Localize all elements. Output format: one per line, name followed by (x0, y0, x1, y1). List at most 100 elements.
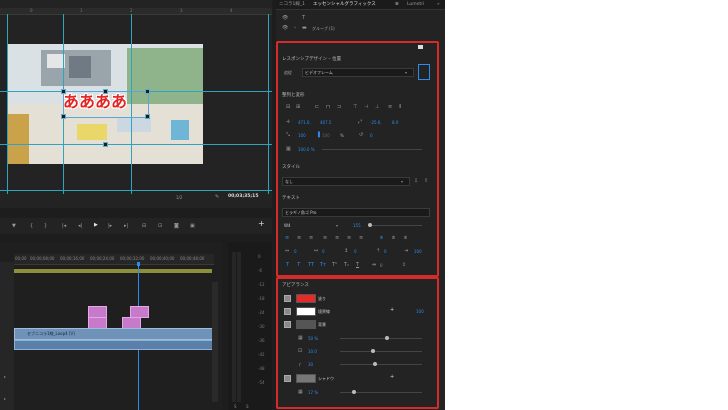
justify-icon[interactable]: ≡ (323, 235, 327, 241)
track-toggle-icon[interactable]: ▸ (4, 396, 6, 401)
align-left-icon[interactable]: ⊏ (315, 104, 319, 110)
opacity-slider[interactable] (322, 149, 422, 150)
distribute-icon[interactable]: ≡ (388, 104, 392, 110)
tab-menu-icon[interactable]: ≡ (392, 0, 402, 9)
background-corner-value[interactable]: 30 (308, 362, 313, 367)
tsume-value[interactable]: 0 (380, 263, 383, 268)
vertical-text-icon[interactable]: ⇳ (402, 262, 406, 268)
tracking-value[interactable]: 0 (294, 249, 297, 254)
anchor-y[interactable]: 8.0 (392, 120, 398, 125)
align-right-icon[interactable]: ⊐ (337, 104, 341, 110)
align-center-icon[interactable]: ⊓ (326, 104, 330, 110)
sync-style-icon[interactable]: ⇧ (424, 178, 428, 184)
wrench-icon[interactable]: ✎ (215, 194, 219, 200)
background-size-value[interactable]: 10.0 (308, 349, 317, 354)
marker-icon[interactable]: ▼ (12, 223, 16, 229)
solo-button[interactable]: S (246, 404, 249, 409)
audio-clip[interactable] (14, 340, 213, 350)
shadow-opacity-value[interactable]: 17 % (308, 390, 318, 395)
align-bottom-text-icon[interactable]: ⩧ (404, 235, 407, 241)
sync-style-icon[interactable]: ⇩ (414, 178, 418, 184)
transform-handle[interactable] (103, 89, 108, 94)
video-clip[interactable]: セブニコラ1線_Loop4 [V] (14, 328, 213, 340)
timeline-ruler[interactable]: 00;00 00;00;08;00 00;00;16;00 00;00;24;0… (14, 254, 214, 265)
faux-italic-icon[interactable]: T (297, 262, 300, 268)
shadow-color-swatch[interactable] (296, 374, 316, 383)
anchor-point-handle[interactable] (103, 142, 108, 147)
align-top-text-icon[interactable]: ⩧ (380, 235, 383, 241)
corner-radius-slider[interactable] (340, 364, 422, 365)
font-dropdown[interactable]: ヒラギノ角ゴ Pro (282, 208, 430, 217)
stroke-checkbox[interactable] (284, 308, 291, 315)
tsume-icon[interactable]: ⇹ (372, 262, 376, 268)
kerning-value[interactable]: 0 (322, 249, 325, 254)
leading-value[interactable]: 0 (354, 249, 357, 254)
step-back-icon[interactable]: ◂| (78, 223, 82, 229)
shadow-checkbox[interactable] (284, 375, 291, 382)
rotation-value[interactable]: 0 (370, 133, 373, 138)
panel-scroll-thumb[interactable] (418, 45, 423, 49)
all-caps-icon[interactable]: TT (308, 262, 314, 268)
align-horizontal-center-icon[interactable]: ⊞ (296, 104, 300, 110)
align-text-center-icon[interactable]: ≡ (297, 235, 301, 241)
style-dropdown[interactable]: なし ▾ (282, 177, 410, 186)
add-stroke-icon[interactable]: + (390, 307, 394, 313)
font-weight-dropdown[interactable]: W4 (284, 223, 291, 228)
go-to-out-icon[interactable]: ▸| (124, 223, 128, 229)
add-shadow-icon[interactable]: + (390, 374, 394, 380)
go-to-in-icon[interactable]: |◂ (62, 223, 66, 229)
justify-icon[interactable]: ≡ (347, 235, 351, 241)
eye-icon[interactable]: 👁 (282, 25, 288, 31)
transform-handle[interactable] (145, 114, 150, 119)
extract-icon[interactable]: ⊡ (158, 223, 162, 229)
background-checkbox[interactable] (284, 321, 291, 328)
align-text-right-icon[interactable]: ≡ (309, 235, 313, 241)
slider-knob[interactable] (352, 390, 356, 394)
stroke-width-value[interactable]: 100 (416, 309, 424, 314)
solo-button[interactable]: S (234, 404, 237, 409)
track-toggle-icon[interactable]: ▸ (4, 374, 6, 379)
align-text-left-icon[interactable]: ≡ (285, 235, 289, 241)
fit-dropdown[interactable]: 1/2 (176, 195, 182, 200)
font-size-value[interactable]: 155 (353, 223, 361, 228)
mark-in-icon[interactable]: { (30, 223, 33, 229)
transform-handle[interactable] (61, 114, 66, 119)
step-forward-icon[interactable]: |▸ (108, 223, 112, 229)
tab-essential-graphics[interactable]: エッセンシャルグラフィックス (310, 0, 379, 9)
text-bounding-box[interactable] (63, 91, 149, 118)
chevron-right-icon[interactable]: › (294, 25, 296, 31)
background-opacity-slider[interactable] (340, 338, 422, 339)
mark-out-icon[interactable]: } (44, 223, 47, 229)
background-color-swatch[interactable] (296, 320, 316, 329)
align-top-icon[interactable]: ⊤ (353, 104, 357, 110)
small-caps-icon[interactable]: Tт (320, 262, 326, 268)
baseline-value[interactable]: 0 (384, 249, 387, 254)
lift-icon[interactable]: ⊟ (142, 223, 146, 229)
opacity-value[interactable]: 100.0 % (298, 147, 315, 152)
compare-icon[interactable]: ▣ (190, 223, 195, 229)
align-middle-text-icon[interactable]: ⩧ (392, 235, 395, 241)
faux-bold-icon[interactable]: T (286, 262, 289, 268)
align-bottom-icon[interactable]: ⊥ (375, 104, 379, 110)
subscript-icon[interactable]: T₁ (344, 262, 349, 268)
tab-width-value[interactable]: 100 (414, 249, 422, 254)
text-layer-icon[interactable]: T (302, 15, 305, 21)
scale-value[interactable]: 100 (298, 133, 306, 138)
superscript-icon[interactable]: T¹ (332, 262, 337, 268)
distribute-icon[interactable]: ⦀ (399, 104, 401, 110)
transform-handle[interactable] (61, 89, 66, 94)
timeline-scrollbar[interactable] (212, 282, 218, 402)
transform-handle[interactable] (145, 89, 150, 94)
position-y[interactable]: 467.5 (320, 120, 331, 125)
tab-source[interactable]: ニコラ1線_1 (276, 0, 308, 9)
underline-icon[interactable]: T (356, 262, 359, 268)
tab-lumetri[interactable]: Lumetri (404, 0, 427, 9)
background-opacity-value[interactable]: 50 % (308, 336, 318, 341)
more-tabs-icon[interactable]: » (434, 0, 443, 9)
camera-icon[interactable]: ◙ (174, 223, 179, 229)
link-scale-icon[interactable]: ▐ (316, 132, 320, 138)
justify-all-icon[interactable]: ≡ (359, 235, 363, 241)
slider-knob[interactable] (371, 349, 375, 353)
slider-knob[interactable] (373, 362, 377, 366)
stroke-color-swatch[interactable] (296, 307, 316, 316)
